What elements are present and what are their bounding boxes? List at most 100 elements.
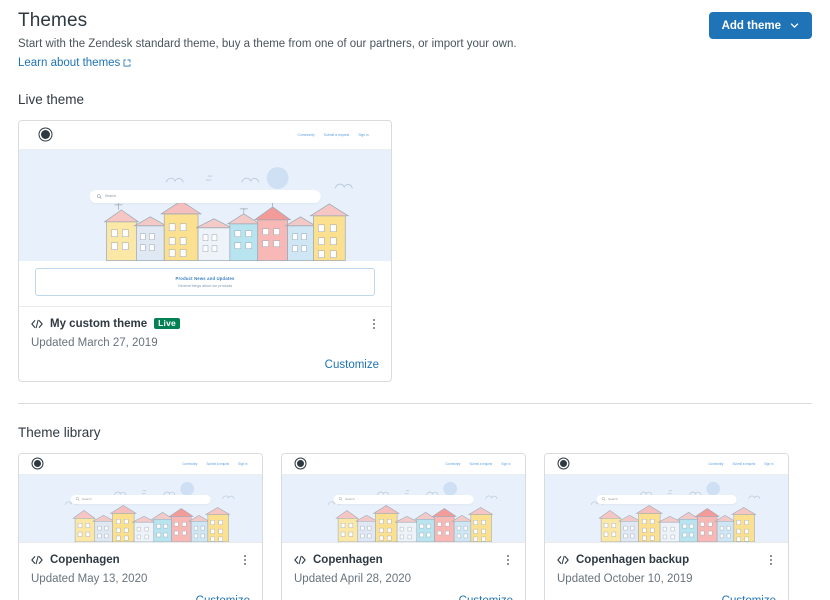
theme-library-section: Theme library Community Submit a request… bbox=[18, 425, 812, 600]
live-theme-customize-link[interactable]: Customize bbox=[31, 359, 379, 371]
preview-hero: Search bbox=[19, 149, 391, 261]
code-icon bbox=[31, 555, 43, 564]
promo-title: Product News and Updates bbox=[175, 275, 235, 281]
learn-link-label: Learn about themes bbox=[18, 56, 121, 69]
theme-preview: Community Submit a request Sign in Searc… bbox=[545, 453, 788, 542]
live-theme-meta: My custom theme Live Updated March 27, 2… bbox=[19, 305, 391, 381]
kebab-dot bbox=[770, 558, 772, 561]
page-header: Themes Start with the Zendesk standard t… bbox=[18, 0, 812, 71]
theme-menu-button[interactable] bbox=[764, 553, 778, 567]
kebab-dot bbox=[770, 562, 772, 565]
theme-card[interactable]: Community Submit a request Sign in Searc… bbox=[544, 452, 789, 600]
preview-search-placeholder: Search bbox=[82, 497, 92, 502]
live-theme-heading: Live theme bbox=[18, 91, 85, 107]
preview-promo-band: Product News and Updates General things … bbox=[19, 260, 391, 306]
kebab-dot bbox=[244, 562, 246, 565]
preview-search-bar: Search bbox=[70, 494, 211, 504]
preview-nav-community: Community bbox=[708, 461, 724, 466]
preview-nav: Community Submit a request Sign in bbox=[298, 133, 369, 137]
preview-hero: Search bbox=[545, 474, 788, 542]
live-theme-name: My custom theme bbox=[50, 317, 148, 330]
preview-nav-submit-request: Submit a request bbox=[732, 461, 756, 466]
theme-customize-link[interactable]: Customize bbox=[294, 595, 513, 600]
theme-menu-button[interactable] bbox=[238, 553, 252, 567]
section-divider bbox=[18, 402, 812, 404]
live-theme-card[interactable]: Community Submit a request Sign in Searc… bbox=[18, 119, 392, 382]
brand-logo-icon bbox=[296, 460, 304, 468]
search-icon bbox=[97, 194, 102, 199]
preview-topbar: Community Submit a request Sign in bbox=[545, 453, 788, 475]
cityscape-illustration bbox=[64, 481, 235, 542]
preview-nav: Community Submit a request Sign in bbox=[708, 461, 773, 466]
theme-updated: Updated October 10, 2019 bbox=[557, 572, 693, 585]
live-theme-name-row: My custom theme Live bbox=[31, 318, 379, 330]
page-title: Themes bbox=[18, 10, 88, 31]
preview-nav-sign-in: Sign in bbox=[358, 132, 369, 137]
theme-preview: Community Submit a request Sign in Searc… bbox=[19, 453, 262, 542]
live-theme-menu-button[interactable] bbox=[367, 317, 381, 331]
kebab-dot bbox=[770, 554, 772, 557]
search-icon bbox=[601, 497, 605, 502]
theme-card[interactable]: Community Submit a request Sign in Searc… bbox=[281, 452, 526, 600]
add-theme-button[interactable]: Add theme bbox=[708, 12, 812, 39]
preview-hero: Search bbox=[282, 474, 525, 542]
brand-logo-icon bbox=[41, 130, 51, 140]
search-icon bbox=[338, 497, 342, 502]
preview-nav-community: Community bbox=[182, 461, 198, 466]
cityscape-illustration bbox=[90, 167, 353, 261]
preview-nav-submit-request: Submit a request bbox=[206, 461, 230, 466]
kebab-dot bbox=[373, 326, 375, 329]
cityscape-illustration bbox=[327, 481, 498, 542]
preview-search-bar: Search bbox=[596, 494, 737, 504]
preview-topbar: Community Submit a request Sign in bbox=[19, 453, 262, 475]
theme-customize-link[interactable]: Customize bbox=[31, 595, 250, 600]
code-icon bbox=[31, 319, 43, 328]
theme-name: Copenhagen backup bbox=[576, 553, 690, 566]
preview-nav-submit-request: Submit a request bbox=[469, 461, 493, 466]
theme-name: Copenhagen bbox=[50, 553, 120, 566]
kebab-dot bbox=[244, 558, 246, 561]
live-theme-updated: Updated March 27, 2019 bbox=[31, 336, 158, 349]
preview-nav-community: Community bbox=[445, 461, 461, 466]
kebab-dot bbox=[373, 318, 375, 321]
preview-nav: Community Submit a request Sign in bbox=[445, 461, 510, 466]
promo-subtitle: General things about our products bbox=[177, 283, 233, 288]
kebab-dot bbox=[244, 554, 246, 557]
kebab-dot bbox=[507, 558, 509, 561]
code-icon bbox=[557, 555, 569, 564]
theme-meta: Copenhagen Updated April 28, 2020 Custom… bbox=[282, 541, 525, 600]
theme-library-heading: Theme library bbox=[18, 424, 101, 440]
preview-search-placeholder: Search bbox=[608, 497, 618, 502]
preview-search-bar: Search bbox=[333, 494, 474, 504]
preview-search-placeholder: Search bbox=[345, 497, 355, 502]
live-theme-section: Live theme Community Submit a request Si… bbox=[18, 92, 812, 382]
code-icon bbox=[294, 555, 306, 564]
theme-library-grid: Community Submit a request Sign in Searc… bbox=[18, 452, 812, 600]
preview-search-bar: Search bbox=[89, 189, 321, 203]
preview-nav: Community Submit a request Sign in bbox=[182, 461, 248, 466]
preview-nav-community: Community bbox=[297, 132, 315, 137]
preview-nav-sign-in: Sign in bbox=[238, 461, 248, 466]
theme-card[interactable]: Community Submit a request Sign in Searc… bbox=[18, 452, 263, 600]
cityscape-illustration bbox=[590, 481, 761, 542]
theme-meta: Copenhagen Updated May 13, 2020 Customiz… bbox=[19, 541, 262, 600]
chevron-down-icon bbox=[790, 23, 799, 28]
kebab-dot bbox=[507, 554, 509, 557]
themes-page: Themes Start with the Zendesk standard t… bbox=[0, 0, 830, 600]
preview-search-placeholder: Search bbox=[104, 194, 117, 199]
theme-name: Copenhagen bbox=[313, 553, 383, 566]
theme-meta: Copenhagen backup Updated October 10, 20… bbox=[545, 541, 788, 600]
brand-logo-icon bbox=[33, 460, 41, 468]
theme-menu-button[interactable] bbox=[501, 553, 515, 567]
status-badge: Live bbox=[154, 317, 180, 330]
learn-about-themes-link[interactable]: Learn about themes bbox=[18, 57, 131, 69]
search-icon bbox=[75, 497, 79, 502]
add-theme-label: Add theme bbox=[721, 19, 781, 32]
preview-hero: Search bbox=[19, 474, 262, 542]
preview-topbar: Community Submit a request Sign in bbox=[19, 120, 391, 150]
preview-nav-submit-request: Submit a request bbox=[323, 132, 350, 137]
preview-topbar: Community Submit a request Sign in bbox=[282, 453, 525, 475]
kebab-dot bbox=[507, 562, 509, 565]
external-link-icon bbox=[123, 59, 131, 66]
theme-customize-link[interactable]: Customize bbox=[557, 595, 776, 600]
